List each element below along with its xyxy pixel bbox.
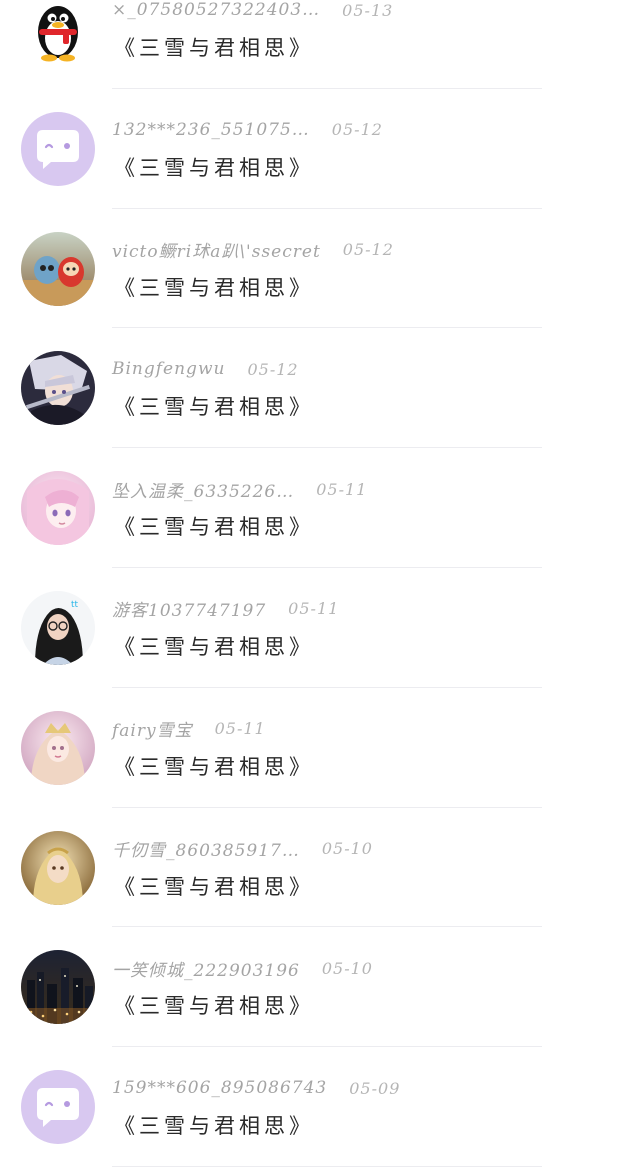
comment-text: 《三雪与君相思》 — [114, 994, 314, 1019]
comment-row[interactable]: ×_07580527322403… 05-13 《三雪与君相思》 — [0, 0, 640, 89]
comment-text: 《三雪与君相思》 — [114, 275, 314, 300]
comment-row[interactable]: 一笑倾城_222903196 05-10 《三雪与君相思》 — [0, 927, 640, 1048]
comment-meta: 千仞雪_860385917… 05-10 — [112, 836, 373, 862]
comment-date: 05-10 — [321, 839, 373, 859]
comment-date: 05-12 — [331, 120, 383, 140]
comment-meta: 坠入温柔_6335226… 05-11 — [112, 476, 367, 502]
golden-portrait-avatar[interactable] — [21, 830, 95, 905]
comment-row[interactable]: 132***236_551075… 05-12 《三雪与君相思》 — [0, 89, 640, 209]
username[interactable]: victo鳜ri㺷a趴\'ssecret — [112, 237, 321, 262]
comment-date: 05-12 — [247, 359, 299, 379]
username[interactable]: 千仞雪_860385917… — [112, 836, 300, 861]
username[interactable]: fairy雪宝 — [112, 716, 193, 741]
comment-row[interactable]: fairy雪宝 05-11 《三雪与君相思》 — [0, 688, 640, 808]
comment-row[interactable]: victo鳜ri㺷a趴\'ssecret 05-12 《三雪与君相思》 — [0, 209, 640, 329]
comment-date: 05-11 — [288, 599, 340, 619]
anime-swordsman-avatar[interactable] — [21, 351, 95, 426]
comment-meta: 159***606_895086743 05-09 — [112, 1075, 400, 1101]
comment-text: 《三雪与君相思》 — [114, 1114, 314, 1139]
username[interactable]: 132***236_551075… — [112, 120, 310, 140]
comment-text: 《三雪与君相思》 — [114, 36, 314, 60]
comment-date: 05-09 — [349, 1078, 401, 1098]
comment-meta: Bingfengwu 05-12 — [112, 356, 299, 382]
username[interactable]: 159***606_895086743 — [112, 1078, 327, 1098]
username[interactable]: ×_07580527322403… — [112, 0, 320, 20]
username[interactable]: Bingfengwu — [112, 359, 225, 379]
comment-date: 05-11 — [214, 719, 266, 739]
default-chat-bubble-avatar[interactable] — [21, 111, 95, 186]
night-city-avatar[interactable] — [21, 950, 95, 1025]
username[interactable]: 游客1037747197 — [112, 596, 266, 621]
comment-meta: 132***236_551075… 05-12 — [112, 117, 383, 143]
comment-meta: 游客1037747197 05-11 — [112, 596, 339, 622]
comment-date: 05-13 — [342, 0, 394, 20]
comment-text: 《三雪与君相思》 — [114, 634, 314, 659]
comment-row[interactable]: 坠入温柔_6335226… 05-11 《三雪与君相思》 — [0, 448, 640, 568]
comment-meta: 一笑倾城_222903196 05-10 — [112, 955, 373, 981]
svg-text:tt: tt — [71, 600, 79, 610]
comment-text: 《三雪与君相思》 — [114, 515, 314, 540]
comment-date: 05-12 — [342, 240, 394, 260]
comment-date: 05-10 — [321, 958, 373, 978]
comment-meta: victo鳜ri㺷a趴\'ssecret 05-12 — [112, 237, 394, 263]
comment-text: 《三雪与君相思》 — [114, 754, 314, 779]
comment-text: 《三雪与君相思》 — [114, 155, 314, 180]
comment-text: 《三雪与君相思》 — [114, 874, 314, 899]
comment-date: 05-11 — [316, 479, 368, 499]
qq-penguin-avatar[interactable] — [21, 0, 95, 66]
comment-row[interactable]: 159***606_895086743 05-09 《三雪与君相思》 — [0, 1047, 640, 1167]
username[interactable]: 坠入温柔_6335226… — [112, 477, 294, 502]
comment-list: ×_07580527322403… 05-13 《三雪与君相思》 132***236_… — [0, 0, 640, 1167]
fairy-princess-avatar[interactable] — [21, 710, 95, 785]
comment-row[interactable]: 千仞雪_860385917… 05-10 《三雪与君相思》 — [0, 808, 640, 928]
comment-text: 《三雪与君相思》 — [114, 395, 314, 420]
anime-pink-hair-girl-avatar[interactable] — [21, 471, 95, 546]
comment-row[interactable]: Bingfengwu 05-12 《三雪与君相思》 — [0, 328, 640, 449]
comment-meta: fairy雪宝 05-11 — [112, 716, 266, 742]
default-chat-bubble-avatar[interactable] — [21, 1070, 95, 1145]
username[interactable]: 一笑倾城_222903196 — [112, 956, 300, 981]
girl-with-glasses-avatar[interactable]: tt — [21, 590, 95, 665]
comment-meta: ×_07580527322403… 05-13 — [112, 0, 393, 23]
comment-row[interactable]: tt 游客1037747197 05-11 《三雪与君相思》 — [0, 568, 640, 688]
toy-figures-photo-avatar[interactable] — [21, 231, 95, 306]
